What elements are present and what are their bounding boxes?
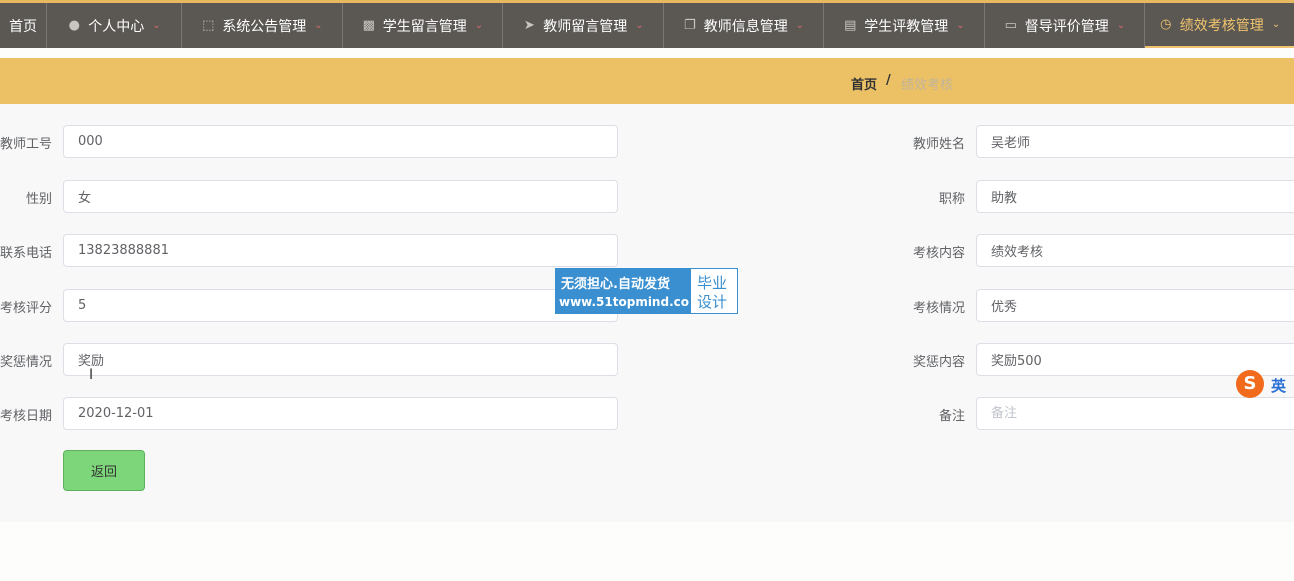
chevron-down-icon: ⌄	[635, 20, 644, 31]
top-nav: 首页 ● 个人中心 ⌄ ⬚ 系统公告管理 ⌄ ▩ 学生留言管理 ⌄ ➤ 教师留言…	[0, 3, 1294, 48]
nav-label: 教师留言管理	[543, 18, 628, 35]
gauge-icon: ◷	[1160, 17, 1172, 32]
watermark-right: 毕业 设计	[690, 268, 738, 314]
nav-label: 督导评价管理	[1024, 18, 1109, 35]
watermark-right1: 毕业	[697, 274, 728, 292]
breadcrumb-home[interactable]: 首页	[851, 74, 877, 93]
date-input[interactable]	[63, 397, 618, 430]
breadcrumb-current: 绩效考核	[901, 78, 954, 93]
nav-item-home[interactable]: 首页	[0, 3, 47, 48]
gender-label: 性别	[26, 192, 53, 207]
reward-content-label: 奖惩内容	[913, 355, 966, 370]
chevron-down-icon: ⌄	[956, 20, 965, 31]
watermark-right2: 设计	[697, 293, 728, 311]
nav-item-announcements[interactable]: ⬚ 系统公告管理 ⌄	[182, 3, 343, 48]
clipboard-icon: ▤	[844, 18, 857, 33]
chevron-down-icon: ⌄	[1271, 19, 1281, 30]
status-input[interactable]	[976, 289, 1294, 322]
chevron-down-icon: ⌄	[1116, 20, 1126, 31]
copy-icon: ❐	[683, 18, 696, 33]
teacher-id-input[interactable]	[63, 125, 618, 158]
chevron-down-icon: ⌄	[795, 20, 805, 31]
teacher-id-label: 教师工号	[0, 137, 53, 152]
watermark-line1: 无须担心.自动发货	[561, 277, 670, 292]
teacher-name-input[interactable]	[976, 125, 1294, 158]
briefcase-icon: ▩	[362, 18, 375, 33]
content-label: 考核内容	[913, 246, 966, 261]
ime-indicator[interactable]: S 英	[1236, 370, 1294, 400]
watermark-line2: www.51topmind.com	[559, 295, 702, 309]
expand-icon: ⬚	[202, 18, 215, 33]
nav-item-teacher-info[interactable]: ❐ 教师信息管理 ⌄	[664, 3, 824, 48]
nav-item-performance[interactable]: ◷ 绩效考核管理 ⌄	[1145, 3, 1294, 48]
nav-label: 学生留言管理	[382, 18, 467, 35]
send-icon: ➤	[523, 18, 535, 33]
breadcrumb: 首页 / 绩效考核	[0, 58, 1294, 104]
nav-item-student-evaluation[interactable]: ▤ 学生评教管理 ⌄	[824, 3, 985, 48]
content-input[interactable]	[976, 234, 1294, 267]
score-input[interactable]	[63, 289, 618, 322]
teacher-name-label: 教师姓名	[913, 137, 966, 152]
nav-label: 教师信息管理	[703, 18, 788, 35]
nav-label: 个人中心	[88, 18, 145, 35]
remark-label: 备注	[939, 409, 966, 424]
title-label: 职称	[939, 192, 966, 207]
score-label: 考核评分	[0, 301, 53, 316]
nav-label: 系统公告管理	[222, 18, 307, 35]
gender-input[interactable]	[63, 180, 618, 213]
user-icon: ●	[68, 18, 80, 33]
nav-item-personal-center[interactable]: ● 个人中心 ⌄	[47, 3, 182, 48]
ime-mode: 英	[1271, 377, 1287, 395]
ime-logo-icon: S	[1236, 370, 1264, 398]
reward-status-input[interactable]	[63, 343, 618, 376]
title-input[interactable]	[976, 180, 1294, 213]
nav-label: 学生评教管理	[864, 18, 949, 35]
watermark-left: 无须担心.自动发货 www.51topmind.com	[555, 268, 702, 314]
nav-label: 绩效考核管理	[1179, 17, 1264, 34]
breadcrumb-separator: /	[886, 73, 891, 88]
nav-gap	[0, 48, 1294, 58]
nav-item-student-messages[interactable]: ▩ 学生留言管理 ⌄	[343, 3, 503, 48]
phone-label: 联系电话	[0, 246, 53, 261]
chevron-down-icon: ⌄	[314, 20, 323, 31]
nav-label: 首页	[9, 18, 37, 35]
phone-input[interactable]	[63, 234, 618, 267]
monitor-icon: ▭	[1004, 18, 1017, 33]
reward-status-label: 奖惩情况	[0, 355, 53, 370]
back-button[interactable]: 返回	[63, 450, 145, 491]
status-label: 考核情况	[913, 301, 966, 316]
chevron-down-icon: ⌄	[152, 20, 161, 31]
nav-item-teacher-messages[interactable]: ➤ 教师留言管理 ⌄	[503, 3, 664, 48]
date-label: 考核日期	[0, 409, 53, 424]
nav-item-supervisor-evaluation[interactable]: ▭ 督导评价管理 ⌄	[985, 3, 1145, 48]
watermark: 无须担心.自动发货 www.51topmind.com 毕业 设计	[555, 268, 738, 314]
text-cursor-icon: I	[89, 367, 94, 383]
chevron-down-icon: ⌄	[474, 20, 484, 31]
remark-input[interactable]	[976, 397, 1294, 430]
